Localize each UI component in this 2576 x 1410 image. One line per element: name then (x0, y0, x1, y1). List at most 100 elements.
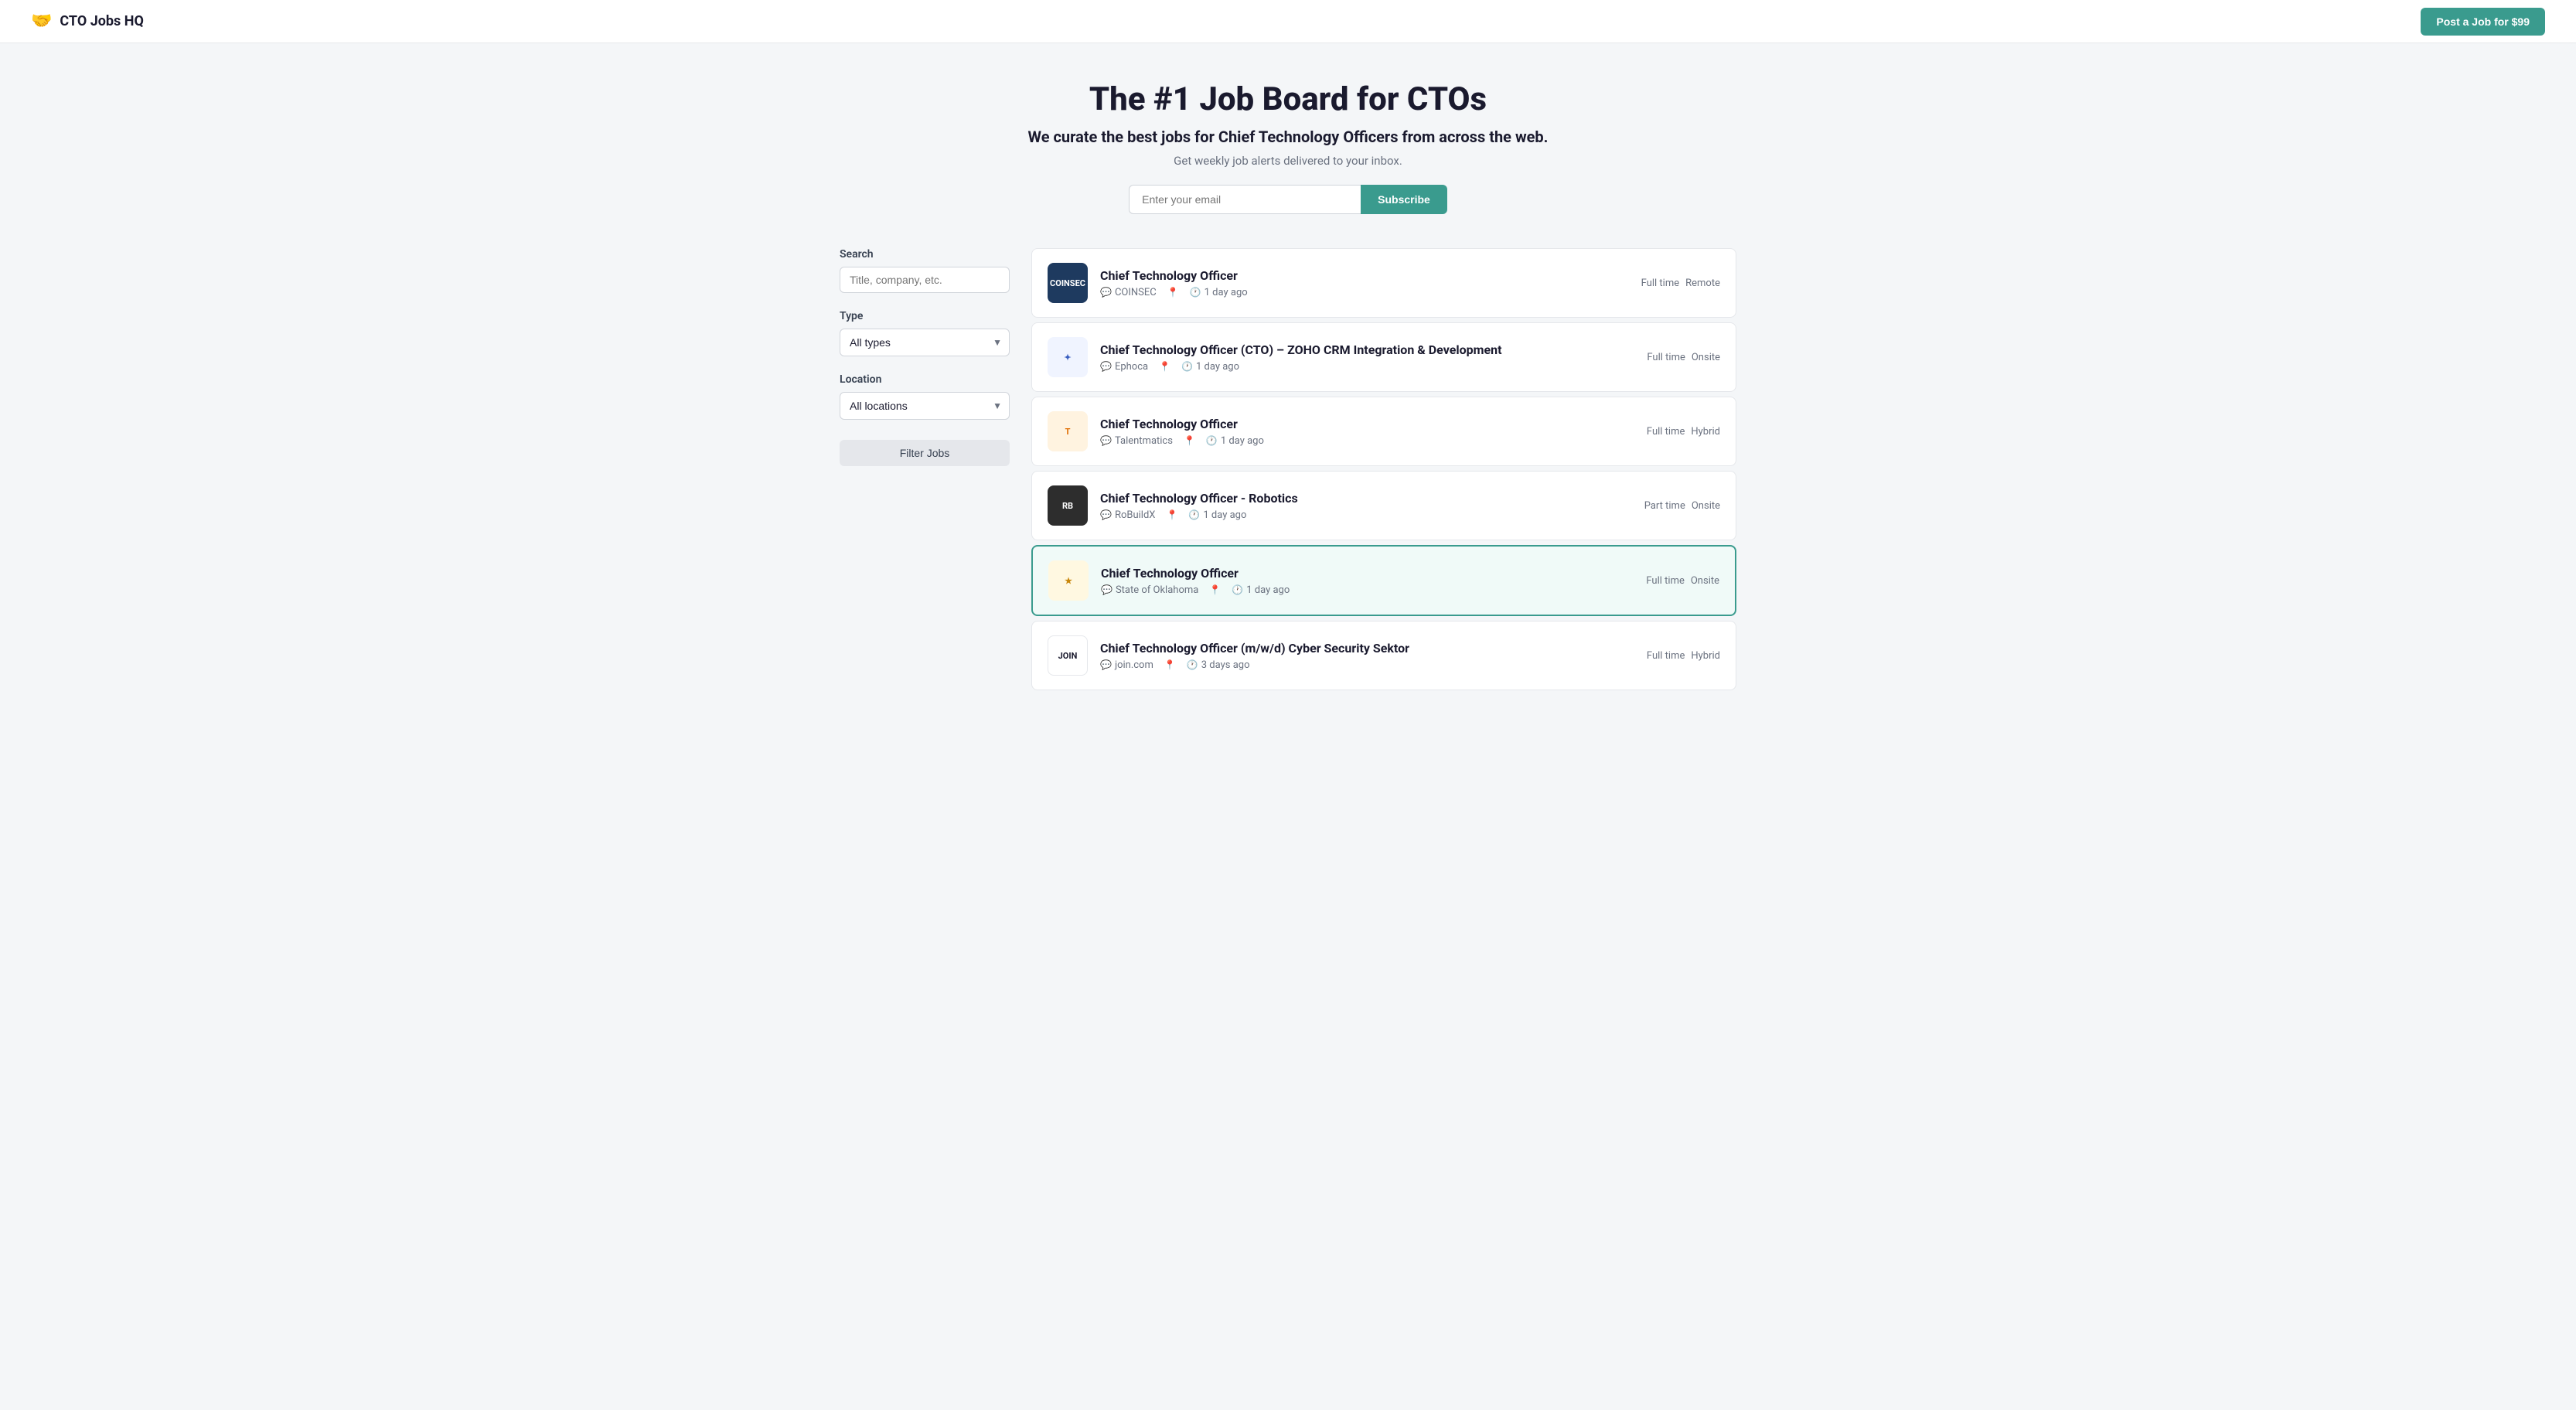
job-title: Chief Technology Officer (1100, 417, 1634, 431)
job-card[interactable]: T Chief Technology Officer 💬 Talentmatic… (1031, 397, 1736, 466)
work-mode-badge: Onsite (1692, 352, 1720, 363)
work-mode-badge: Hybrid (1691, 426, 1720, 438)
company-name: 💬 Talentmatics (1100, 435, 1173, 447)
work-mode-badge: Onsite (1691, 575, 1719, 587)
job-badges: Full time Hybrid (1647, 426, 1720, 438)
logo: 🤝 CTO Jobs HQ (31, 12, 144, 31)
work-mode-badge: Remote (1685, 278, 1720, 289)
building-icon: 💬 (1100, 435, 1112, 446)
clock-icon: 🕐 (1232, 584, 1243, 595)
job-card[interactable]: JOIN Chief Technology Officer (m/w/d) Cy… (1031, 621, 1736, 690)
job-type-badge: Part time (1644, 500, 1685, 512)
building-icon: 💬 (1100, 659, 1112, 670)
location-icon: 📍 (1159, 361, 1170, 372)
company-name: 💬 State of Oklahoma (1101, 584, 1198, 596)
sidebar: Search Type All types Full time Part tim… (840, 242, 1010, 690)
job-info: Chief Technology Officer - Robotics 💬 Ro… (1100, 491, 1632, 521)
email-input[interactable] (1129, 185, 1361, 214)
company-name: 💬 COINSEC (1100, 287, 1157, 298)
job-title: Chief Technology Officer (1100, 268, 1629, 283)
location-meta: 📍 (1167, 287, 1179, 298)
company-logo: JOIN (1048, 635, 1088, 676)
job-type-badge: Full time (1647, 352, 1685, 363)
search-input[interactable] (840, 267, 1010, 293)
location-icon: 📍 (1209, 584, 1221, 595)
job-badges: Full time Onsite (1647, 352, 1720, 363)
search-section: Search (840, 248, 1010, 293)
job-title: Chief Technology Officer (CTO) – ZOHO CR… (1100, 342, 1634, 357)
job-type-badge: Full time (1641, 278, 1679, 289)
time-meta: 🕐 3 days ago (1187, 659, 1250, 671)
job-meta: 💬 State of Oklahoma 📍 🕐 1 day ago (1101, 584, 1634, 596)
company-logo: RB (1048, 485, 1088, 526)
time-meta: 🕐 1 day ago (1190, 287, 1248, 298)
hero-subheading: We curate the best jobs for Chief Techno… (15, 128, 2561, 146)
company-logo: ★ (1048, 560, 1089, 601)
job-badges: Full time Onsite (1646, 575, 1719, 587)
job-card[interactable]: ✦ Chief Technology Officer (CTO) – ZOHO … (1031, 322, 1736, 392)
hero-heading: The #1 Job Board for CTOs (15, 80, 2561, 118)
main-layout: Search Type All types Full time Part tim… (824, 242, 1752, 737)
company-logo: ✦ (1048, 337, 1088, 377)
work-mode-badge: Onsite (1692, 500, 1720, 512)
type-section: Type All types Full time Part time Contr… (840, 310, 1010, 356)
location-icon: 📍 (1184, 435, 1195, 446)
job-badges: Part time Onsite (1644, 500, 1720, 512)
logo-text: CTO Jobs HQ (60, 13, 144, 29)
job-info: Chief Technology Officer (CTO) – ZOHO CR… (1100, 342, 1634, 373)
job-info: Chief Technology Officer 💬 Talentmatics … (1100, 417, 1634, 447)
location-meta: 📍 (1159, 361, 1170, 372)
navbar: 🤝 CTO Jobs HQ Post a Job for $99 (0, 0, 2576, 43)
job-card[interactable]: ★ Chief Technology Officer 💬 State of Ok… (1031, 545, 1736, 616)
job-list: COINSEC Chief Technology Officer 💬 COINS… (1031, 242, 1736, 690)
job-type-badge: Full time (1647, 650, 1685, 662)
time-meta: 🕐 1 day ago (1232, 584, 1290, 596)
clock-icon: 🕐 (1181, 361, 1193, 372)
hero-section: The #1 Job Board for CTOs We curate the … (0, 43, 2576, 242)
filter-button[interactable]: Filter Jobs (840, 440, 1010, 466)
job-meta: 💬 Ephoca 📍 🕐 1 day ago (1100, 361, 1634, 373)
job-card[interactable]: RB Chief Technology Officer - Robotics 💬… (1031, 471, 1736, 540)
location-icon: 📍 (1167, 287, 1179, 298)
building-icon: 💬 (1100, 287, 1112, 298)
building-icon: 💬 (1101, 584, 1113, 595)
type-select[interactable]: All types Full time Part time Contract I… (840, 329, 1010, 356)
subscribe-row: Subscribe (15, 185, 2561, 214)
job-badges: Full time Remote (1641, 278, 1720, 289)
clock-icon: 🕐 (1190, 287, 1201, 298)
search-label: Search (840, 248, 1010, 261)
company-name: 💬 RoBuildX (1100, 509, 1155, 521)
work-mode-badge: Hybrid (1691, 650, 1720, 662)
type-label: Type (840, 310, 1010, 322)
location-select[interactable]: All locations Remote Onsite Hybrid (840, 392, 1010, 420)
job-meta: 💬 Talentmatics 📍 🕐 1 day ago (1100, 435, 1634, 447)
location-select-wrapper: All locations Remote Onsite Hybrid ▼ (840, 392, 1010, 420)
time-meta: 🕐 1 day ago (1181, 361, 1239, 373)
location-meta: 📍 (1184, 435, 1195, 446)
building-icon: 💬 (1100, 509, 1112, 520)
job-info: Chief Technology Officer 💬 State of Okla… (1101, 566, 1634, 596)
job-card[interactable]: COINSEC Chief Technology Officer 💬 COINS… (1031, 248, 1736, 318)
location-meta: 📍 (1164, 659, 1176, 670)
time-meta: 🕐 1 day ago (1206, 435, 1264, 447)
type-select-wrapper: All types Full time Part time Contract I… (840, 329, 1010, 356)
job-type-badge: Full time (1646, 575, 1684, 587)
job-title: Chief Technology Officer - Robotics (1100, 491, 1632, 506)
job-title: Chief Technology Officer (m/w/d) Cyber S… (1100, 641, 1634, 656)
job-type-badge: Full time (1647, 426, 1685, 438)
job-meta: 💬 RoBuildX 📍 🕐 1 day ago (1100, 509, 1632, 521)
clock-icon: 🕐 (1188, 509, 1200, 520)
company-logo: COINSEC (1048, 263, 1088, 303)
building-icon: 💬 (1100, 361, 1112, 372)
location-meta: 📍 (1209, 584, 1221, 595)
location-label: Location (840, 373, 1010, 386)
job-badges: Full time Hybrid (1647, 650, 1720, 662)
post-job-button[interactable]: Post a Job for $99 (2421, 8, 2545, 36)
location-meta: 📍 (1166, 509, 1177, 520)
clock-icon: 🕐 (1187, 659, 1198, 670)
location-icon: 📍 (1166, 509, 1177, 520)
job-meta: 💬 join.com 📍 🕐 3 days ago (1100, 659, 1634, 671)
location-icon: 📍 (1164, 659, 1176, 670)
subscribe-button[interactable]: Subscribe (1361, 185, 1447, 214)
location-section: Location All locations Remote Onsite Hyb… (840, 373, 1010, 420)
